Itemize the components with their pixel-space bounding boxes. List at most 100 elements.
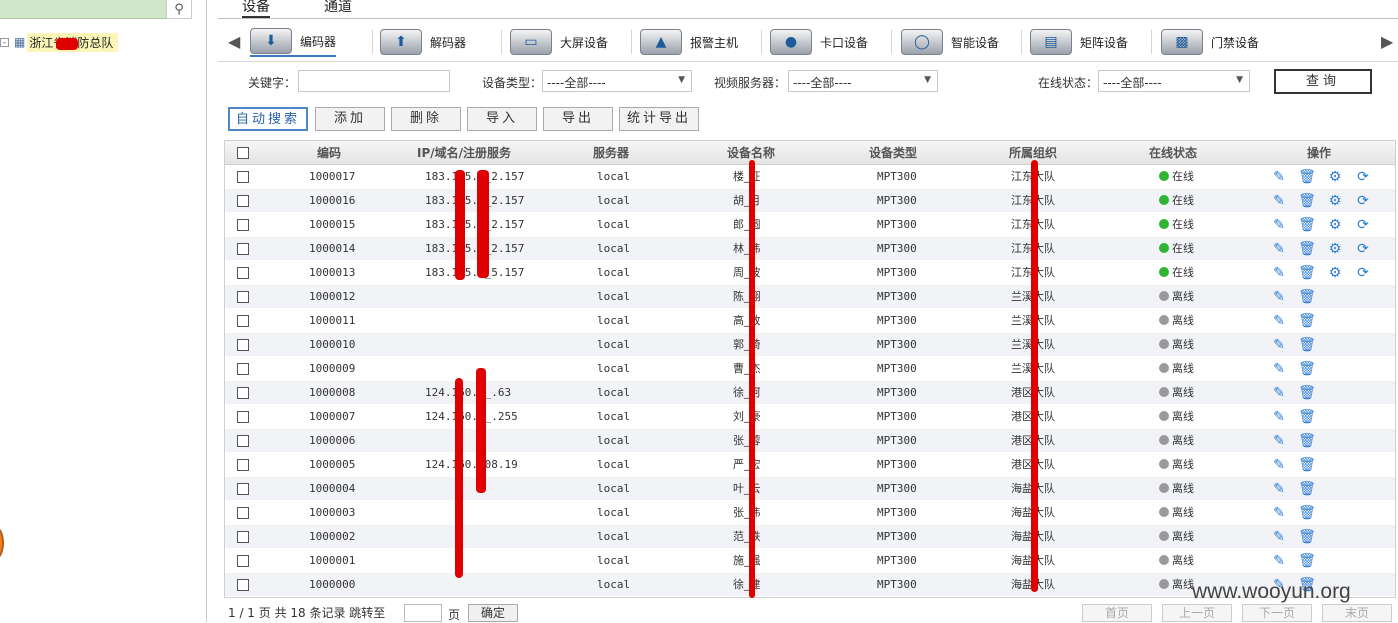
edit-icon[interactable]: ✎: [1265, 261, 1293, 285]
trash-icon[interactable]: 🗑: [1293, 429, 1321, 453]
export-button[interactable]: 导出: [543, 107, 613, 131]
edit-icon[interactable]: ✎: [1265, 333, 1293, 357]
refresh-icon[interactable]: ⟳: [1349, 213, 1377, 237]
trash-icon[interactable]: 🗑: [1293, 405, 1321, 429]
edit-icon[interactable]: ✎: [1265, 525, 1293, 549]
first-page-button[interactable]: 首页: [1082, 604, 1152, 622]
category-decoder[interactable]: ⬆ 解码器: [380, 27, 466, 57]
edit-icon[interactable]: ✎: [1265, 381, 1293, 405]
edit-icon[interactable]: ✎: [1265, 549, 1293, 573]
row-checkbox[interactable]: [237, 315, 249, 327]
panel-splitter[interactable]: [206, 0, 207, 622]
row-checkbox[interactable]: [237, 435, 249, 447]
jump-confirm-button[interactable]: 确定: [468, 604, 518, 622]
next-page-button[interactable]: 下一页: [1242, 604, 1312, 622]
col-server[interactable]: 服务器: [593, 141, 629, 165]
gear-icon[interactable]: ⚙: [1321, 189, 1349, 213]
table-row[interactable]: 1000005124.160.208.19local严_宏MPT300港区大队离…: [225, 453, 1395, 477]
table-row[interactable]: 1000017183.1_5.1_2.157local楼_征MPT300江东大队…: [225, 165, 1395, 189]
edit-icon[interactable]: ✎: [1265, 237, 1293, 261]
row-checkbox[interactable]: [237, 171, 249, 183]
trash-icon[interactable]: 🗑: [1293, 477, 1321, 501]
row-checkbox[interactable]: [237, 507, 249, 519]
col-code[interactable]: 编码: [317, 141, 341, 165]
row-checkbox[interactable]: [237, 459, 249, 471]
row-checkbox[interactable]: [237, 243, 249, 255]
refresh-icon[interactable]: ⟳: [1349, 189, 1377, 213]
row-checkbox[interactable]: [237, 411, 249, 423]
row-checkbox[interactable]: [237, 339, 249, 351]
col-device-type[interactable]: 设备类型: [869, 141, 917, 165]
edit-icon[interactable]: ✎: [1265, 501, 1293, 525]
table-row[interactable]: 1000012local陈_翔MPT300兰溪大队离线✎🗑: [225, 285, 1395, 309]
add-button[interactable]: 添加: [315, 107, 385, 131]
table-row[interactable]: 1000013183.1_5.1_5.157local周_波MPT300江东大队…: [225, 261, 1395, 285]
stats-export-button[interactable]: 统计导出: [619, 107, 699, 131]
prev-page-button[interactable]: 上一页: [1162, 604, 1232, 622]
jump-page-input[interactable]: [404, 604, 442, 622]
tree-search-input[interactable]: [0, 0, 166, 19]
trash-icon[interactable]: 🗑: [1293, 525, 1321, 549]
category-access[interactable]: ▩ 门禁设备: [1161, 27, 1259, 57]
category-alarm[interactable]: ▲ 报警主机: [640, 27, 738, 57]
trash-icon[interactable]: 🗑: [1293, 165, 1321, 189]
trash-icon[interactable]: 🗑: [1293, 309, 1321, 333]
table-row[interactable]: 1000002local范_轶MPT300海盐大队离线✎🗑: [225, 525, 1395, 549]
table-row[interactable]: 1000010local郭_琦MPT300兰溪大队离线✎🗑: [225, 333, 1395, 357]
edit-icon[interactable]: ✎: [1265, 165, 1293, 189]
keyword-input[interactable]: [298, 70, 450, 92]
refresh-icon[interactable]: ⟳: [1349, 261, 1377, 285]
trash-icon[interactable]: 🗑: [1293, 213, 1321, 237]
edit-icon[interactable]: ✎: [1265, 405, 1293, 429]
row-checkbox[interactable]: [237, 387, 249, 399]
trash-icon[interactable]: 🗑: [1293, 501, 1321, 525]
row-checkbox[interactable]: [237, 291, 249, 303]
trash-icon[interactable]: 🗑: [1293, 357, 1321, 381]
trash-icon[interactable]: 🗑: [1293, 333, 1321, 357]
table-row[interactable]: 1000015183.1_5.1_2.157local郎_圆MPT300江东大队…: [225, 213, 1395, 237]
col-online-status[interactable]: 在线状态: [1149, 141, 1197, 165]
last-page-button[interactable]: 末页: [1322, 604, 1392, 622]
refresh-icon[interactable]: ⟳: [1349, 237, 1377, 261]
edit-icon[interactable]: ✎: [1265, 213, 1293, 237]
row-checkbox[interactable]: [237, 531, 249, 543]
row-checkbox[interactable]: [237, 579, 249, 591]
tab-channel[interactable]: 通道: [324, 0, 352, 16]
gear-icon[interactable]: ⚙: [1321, 165, 1349, 189]
query-button[interactable]: 查询: [1274, 69, 1372, 94]
gear-icon[interactable]: ⚙: [1321, 237, 1349, 261]
gear-icon[interactable]: ⚙: [1321, 213, 1349, 237]
video-server-select[interactable]: ----全部---- ▼: [788, 70, 938, 92]
refresh-icon[interactable]: ⟳: [1349, 165, 1377, 189]
delete-button[interactable]: 删除: [391, 107, 461, 131]
row-checkbox[interactable]: [237, 363, 249, 375]
trash-icon[interactable]: 🗑: [1293, 453, 1321, 477]
online-status-select[interactable]: ----全部---- ▼: [1098, 70, 1250, 92]
import-button[interactable]: 导入: [467, 107, 537, 131]
scroll-right-icon[interactable]: ▶: [1381, 32, 1393, 51]
table-row[interactable]: 1000006local张_蓉MPT300港区大队离线✎🗑: [225, 429, 1395, 453]
category-screen[interactable]: ▭ 大屏设备: [510, 27, 608, 57]
trash-icon[interactable]: 🗑: [1293, 237, 1321, 261]
edit-icon[interactable]: ✎: [1265, 357, 1293, 381]
trash-icon[interactable]: 🗑: [1293, 549, 1321, 573]
row-checkbox[interactable]: [237, 219, 249, 231]
auto-search-button[interactable]: 自动搜索: [228, 107, 308, 131]
row-checkbox[interactable]: [237, 555, 249, 567]
category-matrix[interactable]: ▤ 矩阵设备: [1030, 27, 1128, 57]
edit-icon[interactable]: ✎: [1265, 477, 1293, 501]
col-ip[interactable]: IP/域名/注册服务: [417, 141, 511, 165]
trash-icon[interactable]: 🗑: [1293, 381, 1321, 405]
edit-icon[interactable]: ✎: [1265, 309, 1293, 333]
table-row[interactable]: 1000008124.160.__.63local徐_珂MPT300港区大队离线…: [225, 381, 1395, 405]
table-row[interactable]: 1000009local曹_杰MPT300兰溪大队离线✎🗑: [225, 357, 1395, 381]
category-checkpoint[interactable]: ● 卡口设备: [770, 27, 868, 57]
table-row[interactable]: 1000014183.1_5.1_2.157local林_伟MPT300江东大队…: [225, 237, 1395, 261]
table-row[interactable]: 1000011local高_政MPT300兰溪大队离线✎🗑: [225, 309, 1395, 333]
table-row[interactable]: 1000004local叶_云MPT300海盐大队离线✎🗑: [225, 477, 1395, 501]
gear-icon[interactable]: ⚙: [1321, 261, 1349, 285]
table-row[interactable]: 1000007124.160.__.255local刘_豪MPT300港区大队离…: [225, 405, 1395, 429]
table-row[interactable]: 1000001local施_强MPT300海盐大队离线✎🗑: [225, 549, 1395, 573]
edit-icon[interactable]: ✎: [1265, 285, 1293, 309]
row-checkbox[interactable]: [237, 195, 249, 207]
